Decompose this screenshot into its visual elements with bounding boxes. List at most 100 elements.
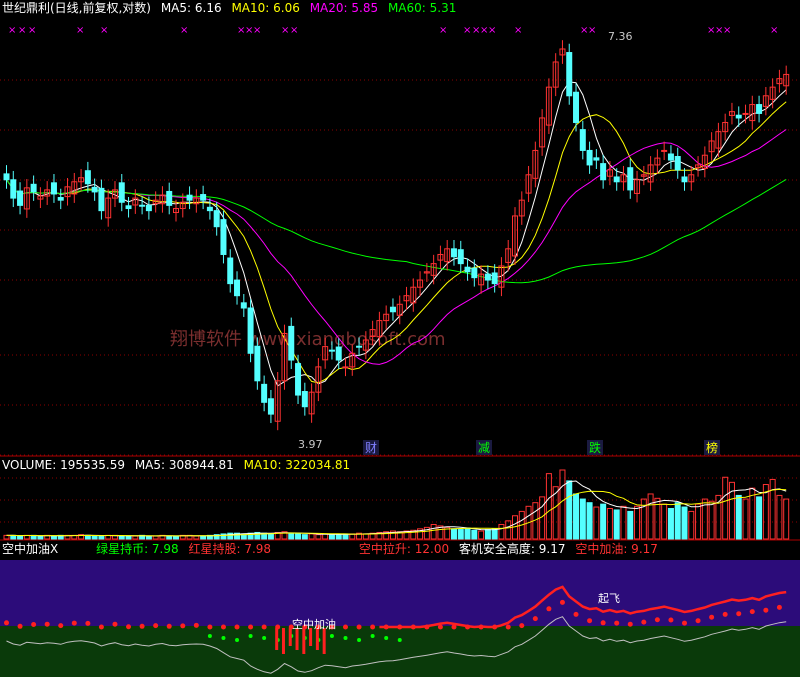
volume-bar — [450, 528, 457, 540]
candle-body — [491, 272, 498, 285]
candle-body — [288, 325, 295, 361]
candle-body — [267, 398, 274, 415]
volume-bar — [464, 527, 471, 540]
red-star-dot — [17, 623, 23, 629]
volume-bar — [627, 510, 634, 540]
green-star-dot — [262, 636, 267, 640]
red-star-dot — [126, 624, 132, 630]
red-star-dot — [139, 623, 145, 629]
candle-body — [227, 257, 234, 285]
star-marker: × — [463, 25, 471, 36]
volume-bar — [173, 535, 179, 540]
red-star-dot — [709, 614, 715, 620]
candle-body — [735, 114, 742, 119]
candle-body — [139, 204, 146, 207]
candle-body — [3, 173, 10, 181]
red-star-dot — [654, 617, 660, 623]
chart-canvas: 翔博软件 www.xiangbosoft.com × × × × × × × × × × × × × × ×… — [0, 25, 800, 677]
red-star-dot — [370, 624, 376, 630]
volume-bar — [491, 528, 498, 540]
red-star-dot — [505, 624, 511, 630]
volume-bar — [301, 534, 308, 540]
candle-body — [220, 219, 227, 255]
red-star-dot — [600, 620, 606, 626]
volume-bar — [722, 476, 729, 540]
candle-body — [681, 176, 688, 183]
candle-body — [295, 363, 302, 396]
candle-body — [484, 273, 491, 281]
volume-bar — [634, 505, 641, 540]
candle-body — [125, 205, 132, 210]
red-star-dot — [763, 607, 769, 613]
candle-body — [91, 186, 98, 193]
volume-bar — [681, 506, 688, 540]
volume-bar — [193, 535, 200, 540]
volume-bar — [498, 523, 505, 540]
volume-bar — [37, 535, 44, 540]
event-badges: 财减跌榜 — [363, 440, 720, 455]
red-star-dot — [58, 623, 64, 629]
red-star-dot — [193, 622, 199, 628]
red-star-dot — [98, 624, 104, 630]
star-marker: × — [290, 25, 298, 36]
candle-body — [464, 266, 471, 273]
red-star-dot — [44, 621, 50, 627]
volume-bar — [98, 535, 105, 540]
green-star-dot — [370, 634, 375, 638]
candle-body — [613, 176, 620, 183]
star-marker: × — [8, 25, 16, 36]
volume-bar — [118, 535, 125, 540]
volume-bar — [688, 510, 695, 540]
candle-body — [335, 346, 342, 361]
event-badge: 跌 — [589, 440, 601, 455]
volume-bar — [457, 529, 464, 540]
volume-bar — [735, 494, 742, 540]
red-star-dot — [437, 624, 443, 630]
candlestick-series — [3, 40, 790, 431]
indicator-ground — [0, 626, 800, 677]
green-star-dot — [384, 636, 389, 640]
volume-bar — [315, 534, 322, 540]
volume-bar — [573, 493, 580, 540]
volume-bar — [620, 505, 627, 540]
volume-bar — [125, 535, 132, 540]
red-star-dot — [722, 611, 728, 617]
star-marker: × — [180, 25, 188, 36]
red-star-dot — [668, 617, 674, 623]
candle-body — [579, 129, 586, 151]
high-price-label: 7.36 — [608, 30, 633, 43]
volume-bar — [132, 535, 139, 540]
candle-body — [17, 190, 24, 206]
candle-body — [118, 182, 125, 203]
star-marker: × — [28, 25, 36, 36]
indicator-panel: 空中加油 起飞 — [0, 560, 800, 677]
red-star-dot — [532, 616, 538, 622]
red-star-dot — [234, 624, 240, 630]
red-star-dot — [248, 624, 254, 630]
candle-body — [471, 267, 478, 279]
event-badge: 减 — [478, 441, 490, 455]
indicator-label-refuel: 空中加油 — [292, 617, 336, 631]
candle-body — [247, 307, 254, 354]
candle-body — [98, 187, 105, 212]
red-star-dot — [71, 620, 77, 626]
red-star-dot — [261, 624, 267, 630]
candle-body — [593, 157, 600, 161]
red-star-dot — [166, 623, 172, 629]
volume-bar — [478, 530, 485, 540]
red-star-dot — [220, 624, 226, 630]
star-marker: × — [770, 25, 778, 36]
candle-body — [200, 194, 207, 201]
green-star-dot — [329, 634, 334, 638]
volume-bar — [200, 535, 207, 540]
red-star-dot — [85, 620, 91, 626]
star-marker: × — [253, 25, 261, 36]
candle-body — [756, 104, 763, 114]
candle-body — [57, 197, 64, 201]
red-star-dot — [31, 621, 37, 627]
green-star-dot — [357, 638, 362, 642]
pull-up-bar — [302, 628, 306, 654]
volume-bar — [613, 509, 620, 540]
volume-bar — [545, 473, 552, 540]
green-star-dot — [248, 634, 253, 638]
